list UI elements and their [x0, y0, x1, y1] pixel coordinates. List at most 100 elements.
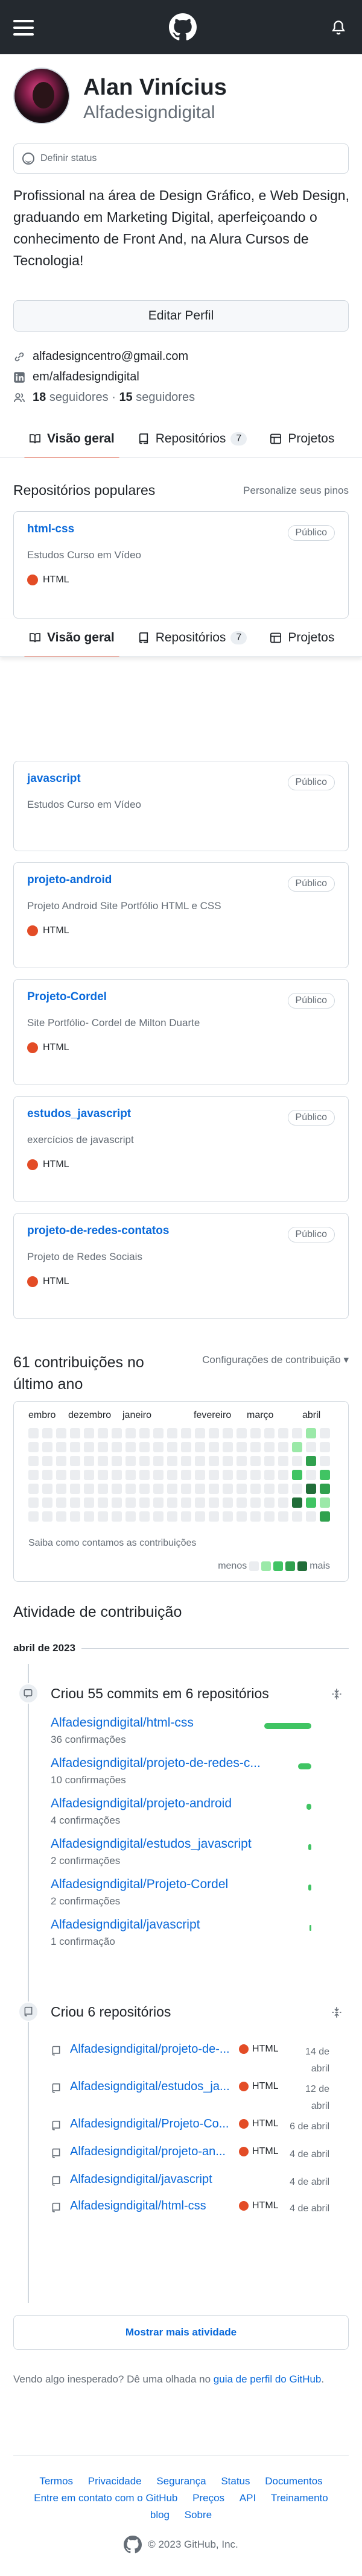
contribution-day[interactable] — [306, 1456, 316, 1466]
contribution-day[interactable] — [237, 1442, 247, 1452]
contribution-day[interactable] — [56, 1511, 66, 1522]
contribution-day[interactable] — [70, 1484, 80, 1494]
contribution-day[interactable] — [42, 1497, 52, 1508]
contribution-day[interactable] — [84, 1470, 94, 1480]
contribution-day[interactable] — [42, 1484, 52, 1494]
contribution-day[interactable] — [320, 1497, 330, 1508]
contribution-day[interactable] — [28, 1456, 39, 1466]
contribution-day[interactable] — [167, 1497, 177, 1508]
customize-pins-link[interactable]: Personalize seus pinos — [243, 485, 349, 497]
contribution-day[interactable] — [223, 1456, 233, 1466]
contribution-day[interactable] — [84, 1511, 94, 1522]
email-link[interactable]: alfadesigncentro@gmail.com — [33, 350, 188, 364]
created-repo-link[interactable]: Alfadesigndigital/javascript — [70, 2173, 233, 2187]
contribution-day[interactable] — [181, 1511, 191, 1522]
contribution-day[interactable] — [306, 1442, 316, 1452]
contribution-day[interactable] — [153, 1442, 164, 1452]
contribution-day[interactable] — [278, 1470, 288, 1480]
contribution-day[interactable] — [278, 1511, 288, 1522]
contribution-day[interactable] — [250, 1442, 261, 1452]
commit-repo-link[interactable]: Alfadesigndigital/projeto-de-redes-c... — [51, 1756, 268, 1771]
footer-link[interactable]: Preços — [192, 2492, 224, 2504]
contribution-day[interactable] — [125, 1456, 136, 1466]
contribution-day[interactable] — [181, 1470, 191, 1480]
contribution-day[interactable] — [209, 1428, 219, 1438]
commit-repo-link[interactable]: Alfadesigndigital/projeto-android — [51, 1797, 268, 1811]
contribution-day[interactable] — [292, 1511, 302, 1522]
contribution-day[interactable] — [153, 1511, 164, 1522]
contribution-day[interactable] — [209, 1511, 219, 1522]
contribution-day[interactable] — [125, 1470, 136, 1480]
footer-link[interactable]: Termos — [39, 2475, 73, 2487]
contribution-day[interactable] — [153, 1470, 164, 1480]
contribution-day[interactable] — [112, 1428, 122, 1438]
contribution-day[interactable] — [139, 1484, 150, 1494]
contribution-day[interactable] — [181, 1484, 191, 1494]
contribution-day[interactable] — [320, 1442, 330, 1452]
contribution-day[interactable] — [292, 1428, 302, 1438]
contribution-day[interactable] — [42, 1511, 52, 1522]
commit-count-link[interactable]: 1 confirmação — [51, 1936, 349, 1948]
contribution-day[interactable] — [278, 1484, 288, 1494]
created-repo-link[interactable]: Alfadesigndigital/html-css — [70, 2199, 233, 2213]
contribution-day[interactable] — [237, 1470, 247, 1480]
contribution-day[interactable] — [264, 1484, 275, 1494]
contribution-day[interactable] — [195, 1442, 205, 1452]
contribution-day[interactable] — [264, 1470, 275, 1480]
contribution-day[interactable] — [223, 1484, 233, 1494]
commit-count-link[interactable]: 2 confirmações — [51, 1855, 349, 1867]
contribution-day[interactable] — [56, 1484, 66, 1494]
contribution-day[interactable] — [98, 1470, 108, 1480]
hamburger-icon[interactable] — [13, 20, 34, 36]
show-more-activity-button[interactable]: Mostrar mais atividade — [13, 2315, 349, 2350]
contribution-day[interactable] — [125, 1511, 136, 1522]
contribution-day[interactable] — [112, 1470, 122, 1480]
contribution-day[interactable] — [28, 1497, 39, 1508]
tab-repositories[interactable]: Repositórios 7 — [133, 619, 252, 657]
contribution-day[interactable] — [139, 1428, 150, 1438]
contribution-day[interactable] — [209, 1497, 219, 1508]
commit-repo-link[interactable]: Alfadesigndigital/javascript — [51, 1918, 268, 1932]
contribution-day[interactable] — [195, 1470, 205, 1480]
contribution-day[interactable] — [292, 1484, 302, 1494]
footer-link[interactable]: Status — [221, 2475, 250, 2487]
contribution-day[interactable] — [70, 1511, 80, 1522]
contribution-day[interactable] — [56, 1456, 66, 1466]
contribution-day[interactable] — [209, 1456, 219, 1466]
contribution-day[interactable] — [195, 1497, 205, 1508]
contribution-day[interactable] — [84, 1497, 94, 1508]
contribution-day[interactable] — [223, 1497, 233, 1508]
contribution-day[interactable] — [153, 1456, 164, 1466]
contribution-day[interactable] — [70, 1497, 80, 1508]
contribution-day[interactable] — [167, 1470, 177, 1480]
footer-link[interactable]: Documentos — [265, 2475, 322, 2487]
contribution-day[interactable] — [292, 1442, 302, 1452]
commit-count-link[interactable]: 2 confirmações — [51, 1895, 349, 1907]
contribution-day[interactable] — [42, 1456, 52, 1466]
contribution-day[interactable] — [98, 1511, 108, 1522]
following-link[interactable]: 15 seguidores — [119, 391, 195, 405]
footer-link[interactable]: blog — [150, 2509, 170, 2521]
contribution-day[interactable] — [98, 1497, 108, 1508]
contribution-settings-dropdown[interactable]: Configurações de contribuição ▾ — [202, 1354, 349, 1366]
contribution-day[interactable] — [250, 1484, 261, 1494]
contribution-day[interactable] — [320, 1470, 330, 1480]
contribution-day[interactable] — [125, 1442, 136, 1452]
contribution-day[interactable] — [237, 1497, 247, 1508]
contribution-day[interactable] — [264, 1428, 275, 1438]
set-status-button[interactable]: Definir status — [13, 143, 349, 174]
contribution-day[interactable] — [84, 1484, 94, 1494]
contribution-day[interactable] — [42, 1470, 52, 1480]
created-repo-link[interactable]: Alfadesigndigital/projeto-an... — [70, 2145, 233, 2159]
bell-icon[interactable] — [331, 19, 346, 36]
contribution-day[interactable] — [153, 1484, 164, 1494]
contribution-day[interactable] — [167, 1442, 177, 1452]
contribution-day[interactable] — [98, 1484, 108, 1494]
commit-repo-link[interactable]: Alfadesigndigital/html-css — [51, 1716, 268, 1730]
contribution-day[interactable] — [250, 1511, 261, 1522]
contribution-day[interactable] — [195, 1456, 205, 1466]
footer-link[interactable]: Entre em contato com o GitHub — [34, 2492, 177, 2504]
contribution-day[interactable] — [320, 1428, 330, 1438]
linkedin-link[interactable]: em/alfadesigndigital — [33, 370, 139, 384]
contribution-day[interactable] — [42, 1428, 52, 1438]
